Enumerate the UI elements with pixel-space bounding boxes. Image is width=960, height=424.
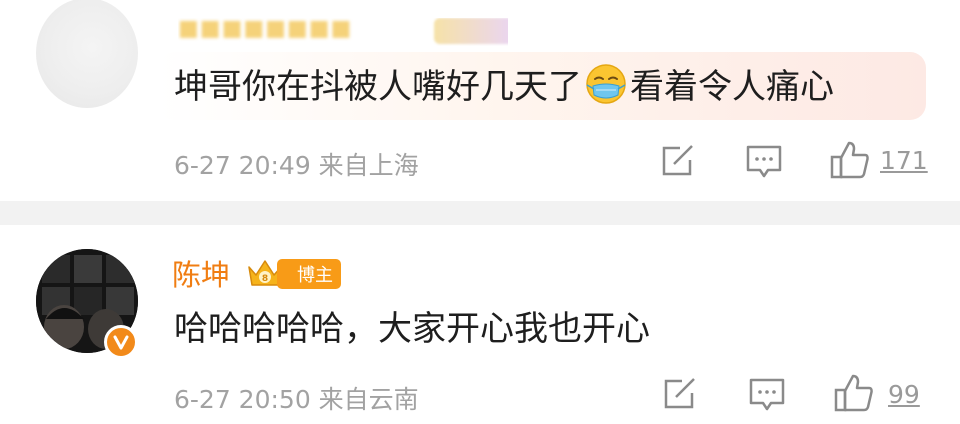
thumbs-up-icon[interactable]	[834, 373, 874, 417]
verified-v-icon	[104, 325, 138, 359]
comment-icon[interactable]	[748, 377, 786, 417]
comment-divider	[0, 201, 960, 225]
avatar[interactable]	[36, 0, 138, 108]
share-icon[interactable]	[662, 377, 698, 415]
like-count[interactable]: 99	[888, 380, 920, 409]
share-icon[interactable]	[660, 144, 696, 182]
comment-text-part: 看着令人痛心	[630, 67, 834, 107]
comment-text: 坤哥你在抖被人嘴好几天了 看着令人痛心	[174, 62, 834, 112]
comment-timestamp-location: 6-27 20:50 来自云南	[174, 385, 419, 414]
face-with-medical-mask-emoji-icon	[584, 62, 628, 106]
username[interactable]: 陈坤	[172, 252, 230, 294]
comment-timestamp-location: 6-27 20:49 来自上海	[174, 151, 419, 180]
user-badge	[434, 18, 508, 44]
blogger-badge-label: 博主	[297, 265, 333, 286]
username-obscured[interactable]: ■■■■■■■■	[178, 18, 508, 46]
thumbs-up-icon[interactable]	[830, 140, 870, 184]
blogger-badge: 博主	[277, 259, 341, 289]
comment-icon[interactable]	[745, 144, 783, 184]
username-blurred-text: ■■■■■■■■	[178, 18, 353, 41]
like-count[interactable]: 171	[880, 146, 928, 175]
comment-text-part: 坤哥你在抖被人嘴好几天了	[174, 67, 582, 107]
comment-text: 哈哈哈哈哈，大家开心我也开心	[174, 309, 650, 349]
svg-text:8: 8	[262, 274, 268, 284]
